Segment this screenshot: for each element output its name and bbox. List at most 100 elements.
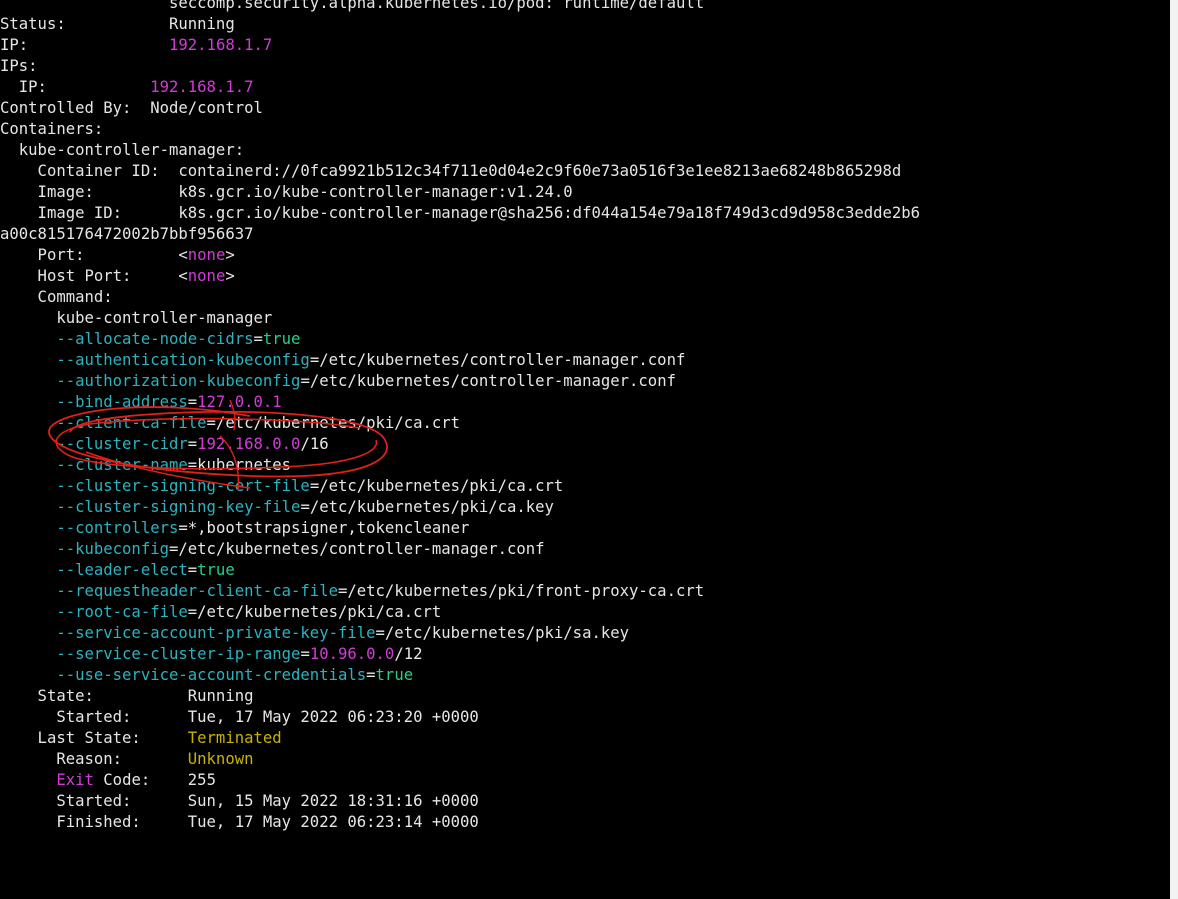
terminal-line: --cluster-signing-key-file=/etc/kubernet… — [0, 497, 920, 518]
terminal-text: kube-controller-manager: — [0, 141, 245, 159]
terminal-text: < — [178, 267, 188, 285]
terminal-line: seccomp.security.alpha.kubernetes.io/pod… — [0, 0, 920, 14]
terminal-text: = — [187, 435, 198, 453]
terminal-line: --root-ca-file=/etc/kubernetes/pki/ca.cr… — [0, 602, 920, 623]
terminal-text: true — [262, 330, 301, 348]
terminal-text: --authorization-kubeconfig — [0, 372, 301, 390]
terminal-text: Code: 255 — [93, 771, 216, 789]
terminal-text: none — [187, 267, 226, 285]
terminal-text: Image ID: k8s.gcr.io/kube-controller-man… — [0, 204, 921, 222]
terminal-text: Finished: Tue, 17 May 2022 06:23:14 +000… — [0, 813, 479, 831]
terminal-text: /16 — [300, 435, 329, 453]
terminal-text: 127.0.0.1 — [197, 393, 282, 411]
terminal-line: Command: — [0, 287, 920, 308]
terminal-text: /12 — [394, 645, 423, 663]
terminal-text: --service-account-private-key-file — [0, 624, 376, 642]
terminal-text: --controllers — [0, 519, 179, 537]
terminal-line: a00c815176472002b7bbf956637 — [0, 224, 920, 245]
terminal-text: State: Running — [0, 687, 254, 705]
terminal-line: IPs: — [0, 56, 920, 77]
terminal-line: Host Port: <none> — [0, 266, 920, 287]
terminal-text: =/etc/kubernetes/pki/ca.crt — [309, 477, 564, 495]
terminal-line: --service-cluster-ip-range=10.96.0.0/12 — [0, 644, 920, 665]
terminal-text: IPs: — [0, 57, 38, 75]
terminal-text: --cluster-name — [0, 456, 188, 474]
terminal-text: --leader-elect — [0, 561, 188, 579]
terminal-line: --leader-elect=true — [0, 560, 920, 581]
terminal-window[interactable]: seccomp.security.alpha.kubernetes.io/pod… — [0, 0, 1170, 899]
terminal-line: IP: 192.168.1.7 — [0, 35, 920, 56]
terminal-text: =/etc/kubernetes/pki/sa.key — [375, 624, 630, 642]
terminal-text: = — [187, 561, 198, 579]
terminal-line: Started: Tue, 17 May 2022 06:23:20 +0000 — [0, 707, 920, 728]
terminal-text: 192.168.1.7 — [169, 36, 273, 54]
terminal-output: seccomp.security.alpha.kubernetes.io/pod… — [0, 0, 920, 833]
terminal-line: --cluster-signing-cert-file=/etc/kuberne… — [0, 476, 920, 497]
window-edge — [1170, 0, 1178, 899]
terminal-text: Controlled By: Node/control — [0, 99, 263, 117]
terminal-text: 10.96.0.0 — [309, 645, 395, 663]
terminal-line: --cluster-cidr=192.168.0.0/16 — [0, 434, 920, 455]
terminal-text: =*,bootstrapsigner,tokencleaner — [178, 519, 470, 537]
terminal-line: Last State: Terminated — [0, 728, 920, 749]
terminal-line: kube-controller-manager — [0, 308, 920, 329]
terminal-text: --use-service-account-credentials — [0, 666, 367, 684]
terminal-text: Image: k8s.gcr.io/kube-controller-manage… — [0, 183, 573, 201]
terminal-text: true — [197, 561, 235, 579]
terminal-text: true — [375, 666, 414, 684]
terminal-line: kube-controller-manager: — [0, 140, 920, 161]
terminal-line: Containers: — [0, 119, 920, 140]
terminal-text: Exit — [56, 771, 94, 789]
terminal-line: Finished: Tue, 17 May 2022 06:23:14 +000… — [0, 812, 920, 833]
terminal-text: =/etc/kubernetes/pki/ca.key — [300, 498, 554, 516]
terminal-text: Command: — [0, 288, 113, 306]
terminal-text: --bind-address — [0, 393, 188, 411]
terminal-text: Status: Running — [0, 15, 235, 33]
terminal-text: Containers: — [0, 120, 104, 138]
terminal-text: 192.168.1.7 — [150, 78, 254, 96]
terminal-line: --use-service-account-credentials=true — [0, 665, 920, 686]
terminal-text: --root-ca-file — [0, 603, 188, 621]
terminal-text: =/etc/kubernetes/controller-manager.conf — [169, 540, 545, 558]
terminal-text: = — [300, 645, 310, 663]
terminal-line: IP: 192.168.1.7 — [0, 77, 920, 98]
terminal-text: Host Port: — [0, 267, 179, 285]
terminal-text: =/etc/kubernetes/pki/front-proxy-ca.crt — [337, 582, 705, 600]
terminal-line: Controlled By: Node/control — [0, 98, 920, 119]
terminal-line: --controllers=*,bootstrapsigner,tokencle… — [0, 518, 920, 539]
terminal-text: --authentication-kubeconfig — [0, 351, 310, 369]
terminal-line: Container ID: containerd://0fca9921b512c… — [0, 161, 920, 182]
terminal-line: Started: Sun, 15 May 2022 18:31:16 +0000 — [0, 791, 920, 812]
terminal-text: --cluster-cidr — [0, 435, 188, 453]
terminal-text: kube-controller-manager — [0, 309, 273, 327]
terminal-text: Started: Sun, 15 May 2022 18:31:16 +0000 — [0, 792, 479, 810]
terminal-line: --kubeconfig=/etc/kubernetes/controller-… — [0, 539, 920, 560]
terminal-text: = — [187, 393, 198, 411]
terminal-line: --service-account-private-key-file=/etc/… — [0, 623, 920, 644]
terminal-text: =/etc/kubernetes/pki/ca.crt — [187, 603, 442, 621]
terminal-text: =/etc/kubernetes/pki/ca.crt — [206, 414, 461, 432]
terminal-text: Container ID: containerd://0fca9921b512c… — [0, 162, 902, 180]
terminal-text: Unknown — [187, 750, 254, 768]
terminal-text: 192.168.0.0 — [197, 435, 301, 453]
terminal-line: Status: Running — [0, 14, 920, 35]
terminal-text: seccomp.security.alpha.kubernetes.io/pod… — [0, 0, 705, 12]
terminal-text: --allocate-node-cidrs — [0, 330, 254, 348]
terminal-text: --service-cluster-ip-range — [0, 645, 301, 663]
terminal-text: < — [178, 246, 188, 264]
terminal-text: --kubeconfig — [0, 540, 169, 558]
terminal-text: --requestheader-client-ca-file — [0, 582, 338, 600]
terminal-text: --cluster-signing-key-file — [0, 498, 301, 516]
terminal-text: > — [225, 246, 235, 264]
terminal-line: Port: <none> — [0, 245, 920, 266]
terminal-line: --authorization-kubeconfig=/etc/kubernet… — [0, 371, 920, 392]
terminal-text: > — [225, 267, 235, 285]
terminal-line: Reason: Unknown — [0, 749, 920, 770]
terminal-line: State: Running — [0, 686, 920, 707]
terminal-line: Exit Code: 255 — [0, 770, 920, 791]
terminal-line: Image: k8s.gcr.io/kube-controller-manage… — [0, 182, 920, 203]
terminal-line: Image ID: k8s.gcr.io/kube-controller-man… — [0, 203, 921, 224]
terminal-text: =/etc/kubernetes/controller-manager.conf — [300, 372, 676, 390]
terminal-text: Port: — [0, 246, 179, 264]
